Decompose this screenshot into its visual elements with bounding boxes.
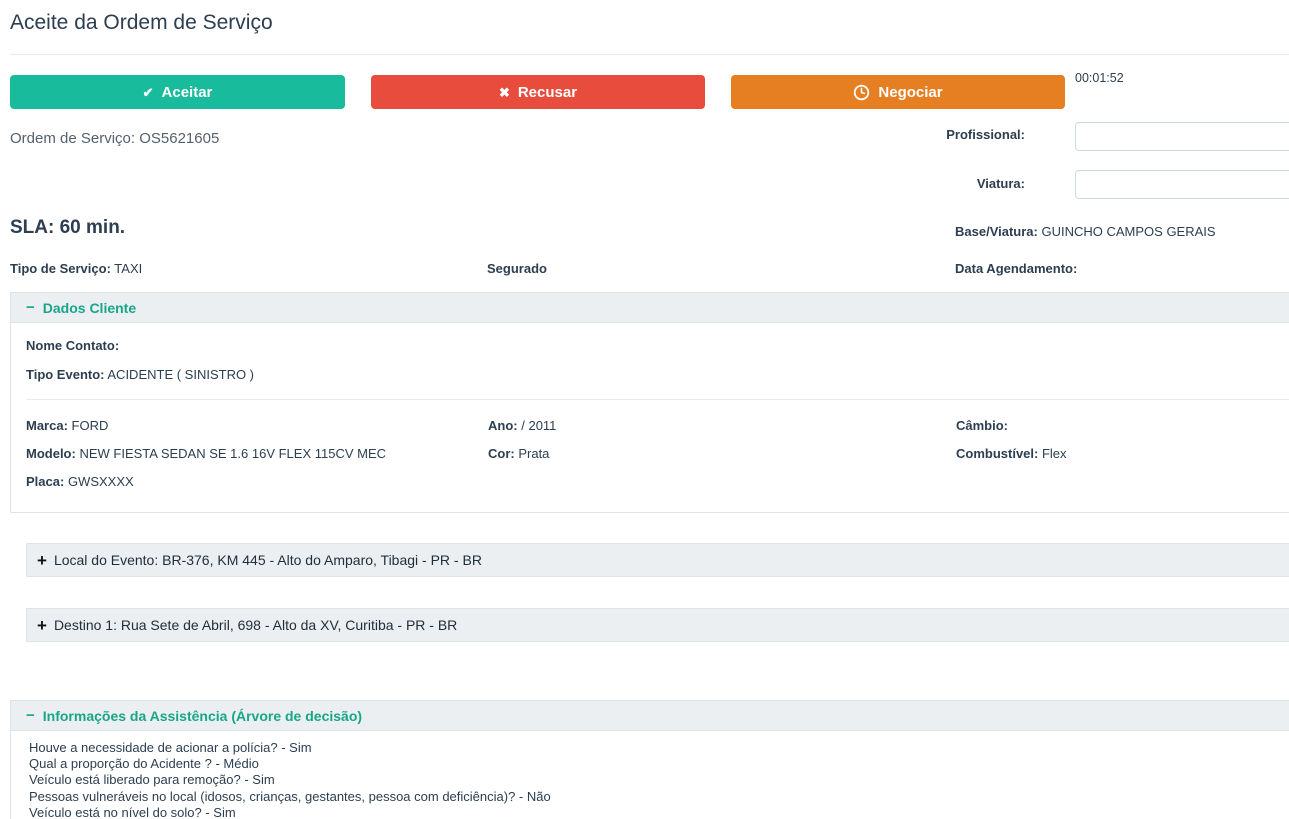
clock-icon [853, 84, 870, 101]
collapse-icon: − [26, 708, 35, 723]
event-location-text: Local do Evento: BR-376, KM 445 - Alto d… [54, 552, 482, 568]
brand-field: Marca: FORD [26, 418, 108, 433]
accept-button[interactable]: ✔ Aceitar [10, 75, 345, 109]
year-field: Ano: / 2011 [488, 418, 556, 433]
fuel-label: Combustível: [956, 446, 1038, 461]
contact-row: Nome Contato: [11, 338, 1289, 356]
vehicle-row-1: Marca: FORD Ano: / 2011 Câmbio: [11, 418, 1289, 436]
gear-label: Câmbio: [956, 418, 1008, 433]
base-vehicle-label: Base/Viatura: [955, 224, 1038, 239]
model-label: Modelo: [26, 446, 76, 461]
decision-tree-list: Houve a necessidade de acionar a polícia… [29, 740, 1283, 819]
destination-bar[interactable]: + Destino 1: Rua Sete de Abril, 698 - Al… [26, 608, 1289, 642]
refuse-button[interactable]: ✖ Recusar [371, 75, 705, 109]
base-vehicle-field: Base/Viatura: GUINCHO CAMPOS GERAIS [955, 224, 1216, 239]
client-data-panel: − Dados Cliente Nome Contato: Tipo Event… [10, 292, 1289, 513]
vehicle-row-3: Placa: GWSXXXX [11, 474, 1289, 492]
event-type-row: Tipo Evento: ACIDENTE ( SINISTRO ) [11, 367, 1289, 385]
fuel-value: Flex [1042, 446, 1067, 461]
contact-field: Nome Contato: [26, 338, 119, 353]
insured-label: Segurado [487, 261, 547, 276]
assistance-info-panel-title: Informações da Assistência (Árvore de de… [43, 708, 362, 724]
client-data-panel-title: Dados Cliente [43, 300, 136, 316]
brand-label: Marca: [26, 418, 68, 433]
check-icon: ✔ [143, 86, 154, 99]
color-value: Prata [518, 446, 549, 461]
service-type-label: Tipo de Serviço: [10, 261, 111, 276]
decision-tree-item: Houve a necessidade de acionar a polícia… [29, 740, 1283, 756]
cross-icon: ✖ [499, 86, 510, 99]
color-field: Cor: Prata [488, 446, 549, 461]
refuse-button-label: Recusar [518, 84, 577, 101]
sla-value: SLA: 60 min. [10, 217, 125, 239]
expand-icon: + [37, 617, 47, 634]
event-type-label: Tipo Evento: [26, 367, 104, 382]
plate-label: Placa: [26, 474, 64, 489]
decision-tree-item: Pessoas vulneráveis no local (idosos, cr… [29, 789, 1283, 805]
destination-text: Destino 1: Rua Sete de Abril, 698 - Alto… [54, 617, 457, 633]
accept-button-label: Aceitar [162, 84, 213, 101]
professional-label: Profissional: [860, 127, 1025, 142]
negotiate-button-label: Negociar [878, 84, 942, 101]
event-type-field: Tipo Evento: ACIDENTE ( SINISTRO ) [26, 367, 254, 382]
assistance-info-panel-header[interactable]: − Informações da Assistência (Árvore de … [11, 701, 1289, 731]
service-order-accept-page: Aceite da Ordem de Serviço ✔ Aceitar ✖ R… [0, 0, 1289, 819]
decision-tree-item: Veículo está no nível do solo? - Sim [29, 805, 1283, 819]
year-label: Ano: [488, 418, 518, 433]
service-type-value: TAXI [114, 261, 142, 276]
contact-label: Nome Contato: [26, 338, 119, 353]
countdown-timer: 00:01:52 [1075, 71, 1124, 85]
service-type-field: Tipo de Serviço: TAXI [10, 261, 142, 276]
assistance-info-panel: − Informações da Assistência (Árvore de … [10, 700, 1289, 819]
vehicle-row-2: Modelo: NEW FIESTA SEDAN SE 1.6 16V FLEX… [11, 446, 1289, 464]
decision-tree-item: Veículo está liberado para remoção? - Si… [29, 772, 1283, 788]
color-label: Cor: [488, 446, 515, 461]
title-divider [10, 54, 1289, 55]
model-field: Modelo: NEW FIESTA SEDAN SE 1.6 16V FLEX… [26, 446, 386, 461]
page-title: Aceite da Ordem de Serviço [10, 11, 273, 35]
model-value: NEW FIESTA SEDAN SE 1.6 16V FLEX 115CV M… [79, 446, 386, 461]
order-number: Ordem de Serviço: OS5621605 [10, 130, 219, 147]
schedule-date-label: Data Agendamento: [955, 261, 1077, 276]
gear-field: Câmbio: [956, 418, 1008, 433]
year-value: / 2011 [521, 418, 556, 433]
client-panel-divider [26, 399, 1289, 400]
negotiate-button[interactable]: Negociar [731, 75, 1065, 109]
professional-input[interactable] [1075, 122, 1289, 151]
client-data-panel-header[interactable]: − Dados Cliente [11, 293, 1289, 323]
schedule-date-field: Data Agendamento: [955, 261, 1077, 276]
decision-tree-item: Qual a proporção do Acidente ? - Médio [29, 756, 1283, 772]
vehicle-input[interactable] [1075, 170, 1289, 199]
fuel-field: Combustível: Flex [956, 446, 1067, 461]
collapse-icon: − [26, 300, 35, 315]
plate-field: Placa: GWSXXXX [26, 474, 134, 489]
vehicle-label: Viatura: [860, 176, 1025, 191]
plate-value: GWSXXXX [68, 474, 134, 489]
brand-value: FORD [72, 418, 109, 433]
base-vehicle-value: GUINCHO CAMPOS GERAIS [1041, 224, 1215, 239]
event-location-bar[interactable]: + Local do Evento: BR-376, KM 445 - Alto… [26, 543, 1289, 577]
event-type-value: ACIDENTE ( SINISTRO ) [107, 367, 254, 382]
expand-icon: + [37, 552, 47, 569]
